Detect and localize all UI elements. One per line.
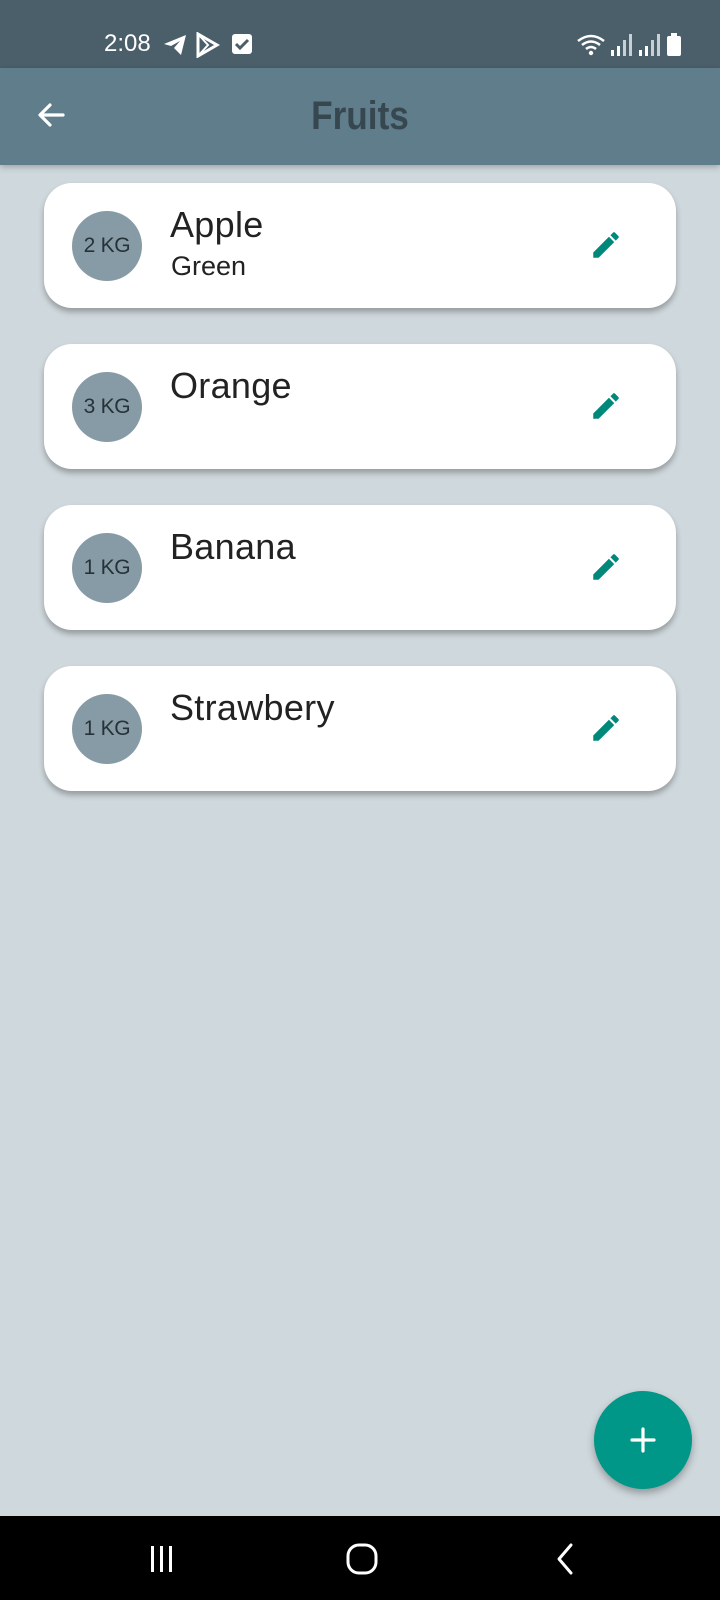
fruit-list: 2 KG Apple Green 3 KG Orange 1 KG Banana… (44, 183, 676, 827)
edit-button[interactable] (584, 384, 628, 428)
fruit-name: Apple (170, 204, 264, 245)
battery-icon (666, 32, 682, 58)
app-bar: Fruits (0, 68, 720, 165)
edit-button[interactable] (584, 706, 628, 750)
pencil-icon (593, 715, 619, 741)
recents-icon (151, 1546, 172, 1572)
telegram-icon (162, 32, 188, 58)
page-title: Fruits (311, 94, 409, 138)
edit-button[interactable] (584, 545, 628, 589)
fruit-subtitle: Green (171, 251, 247, 281)
pencil-icon (593, 393, 619, 419)
system-nav-bar (0, 1516, 720, 1600)
fruit-name: Strawbery (170, 687, 335, 728)
signal-icon (638, 32, 662, 58)
weight-badge: 1 KG (72, 694, 142, 764)
add-fruit-button[interactable] (594, 1391, 692, 1489)
list-item[interactable]: 1 KG Strawbery (44, 666, 676, 791)
back-icon (557, 1543, 573, 1575)
signal-icon (610, 32, 634, 58)
status-time: 2:08 (104, 30, 151, 57)
fruit-name: Banana (170, 526, 296, 567)
home-icon (346, 1543, 378, 1575)
weight-badge: 3 KG (72, 372, 142, 442)
nav-back-button[interactable] (540, 1534, 590, 1584)
pencil-icon (593, 554, 619, 580)
play-store-icon (194, 31, 220, 59)
recents-button[interactable] (137, 1534, 187, 1584)
status-bar: 2:08 (0, 0, 720, 68)
edit-button[interactable] (584, 223, 628, 267)
list-item[interactable]: 2 KG Apple Green (44, 183, 676, 308)
weight-badge: 1 KG (72, 533, 142, 603)
wifi-icon (576, 32, 606, 58)
weight-badge: 2 KG (72, 211, 142, 281)
list-item[interactable]: 3 KG Orange (44, 344, 676, 469)
checkbox-icon (230, 32, 256, 58)
pencil-icon (593, 232, 619, 258)
fruit-name: Orange (170, 365, 292, 406)
home-button[interactable] (337, 1534, 387, 1584)
list-item[interactable]: 1 KG Banana (44, 505, 676, 630)
plus-icon (630, 1427, 656, 1453)
